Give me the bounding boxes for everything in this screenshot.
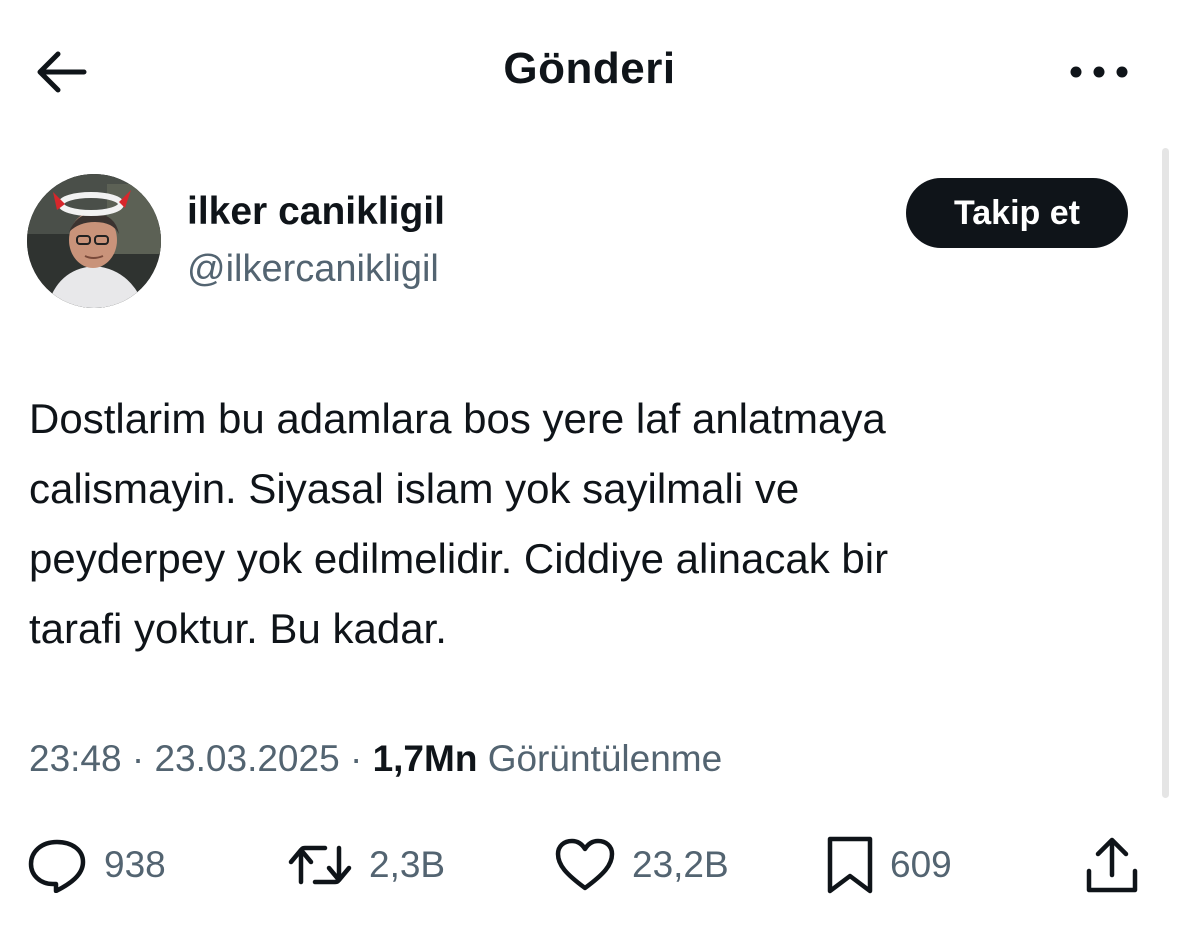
tweet-text-line: peyderpey yok edilmelidir. Ciddiye alina…: [29, 535, 889, 582]
bookmark-icon: [826, 835, 874, 895]
author-name[interactable]: ilker canikligil: [187, 190, 445, 234]
tweet-text-line: calismayin. Siyasal islam yok sayilmali …: [29, 465, 800, 512]
more-horizontal-icon: [1069, 65, 1129, 79]
author-handle[interactable]: @ilkercanikligil: [187, 248, 439, 291]
like-button[interactable]: 23,2B: [554, 830, 729, 900]
share-icon: [1084, 835, 1140, 895]
tweet-time[interactable]: 23:48: [29, 738, 122, 779]
heart-icon: [554, 838, 616, 892]
action-bar: 938 2,3B 23,2B 609: [0, 830, 1179, 900]
reply-button[interactable]: 938: [26, 830, 166, 900]
repost-count: 2,3B: [369, 844, 446, 885]
avatar[interactable]: [27, 174, 161, 308]
tweet-text-line: Dostlarim bu adamlara bos yere laf anlat…: [29, 395, 886, 442]
like-count: 23,2B: [632, 844, 729, 885]
meta-separator: ·: [121, 738, 155, 779]
top-bar: Gönderi: [0, 0, 1179, 140]
tweet-text-line: tarafi yoktur. Bu kadar.: [29, 605, 447, 652]
page-title: Gönderi: [503, 44, 676, 93]
repost-icon: [287, 840, 353, 890]
tweet-date[interactable]: 23.03.2025: [154, 738, 339, 779]
tweet-text: Dostlarim bu adamlara bos yere laf anlat…: [29, 384, 1139, 664]
views-count: 1,7Mn: [372, 738, 478, 779]
follow-button[interactable]: Takip et: [906, 178, 1128, 248]
more-options-button[interactable]: [1063, 46, 1135, 98]
bookmark-count: 609: [890, 844, 952, 885]
share-button[interactable]: [1084, 830, 1140, 900]
bookmark-button[interactable]: 609: [826, 830, 952, 900]
meta-separator: ·: [339, 738, 373, 779]
reply-count: 938: [104, 844, 166, 885]
repost-button[interactable]: 2,3B: [287, 830, 445, 900]
views-label: Görüntülenme: [487, 738, 723, 779]
tweet-meta: 23:48 · 23.03.2025 · 1,7Mn Görüntülenme: [29, 738, 722, 780]
reply-icon: [26, 837, 88, 893]
scrollbar[interactable]: [1162, 148, 1169, 798]
